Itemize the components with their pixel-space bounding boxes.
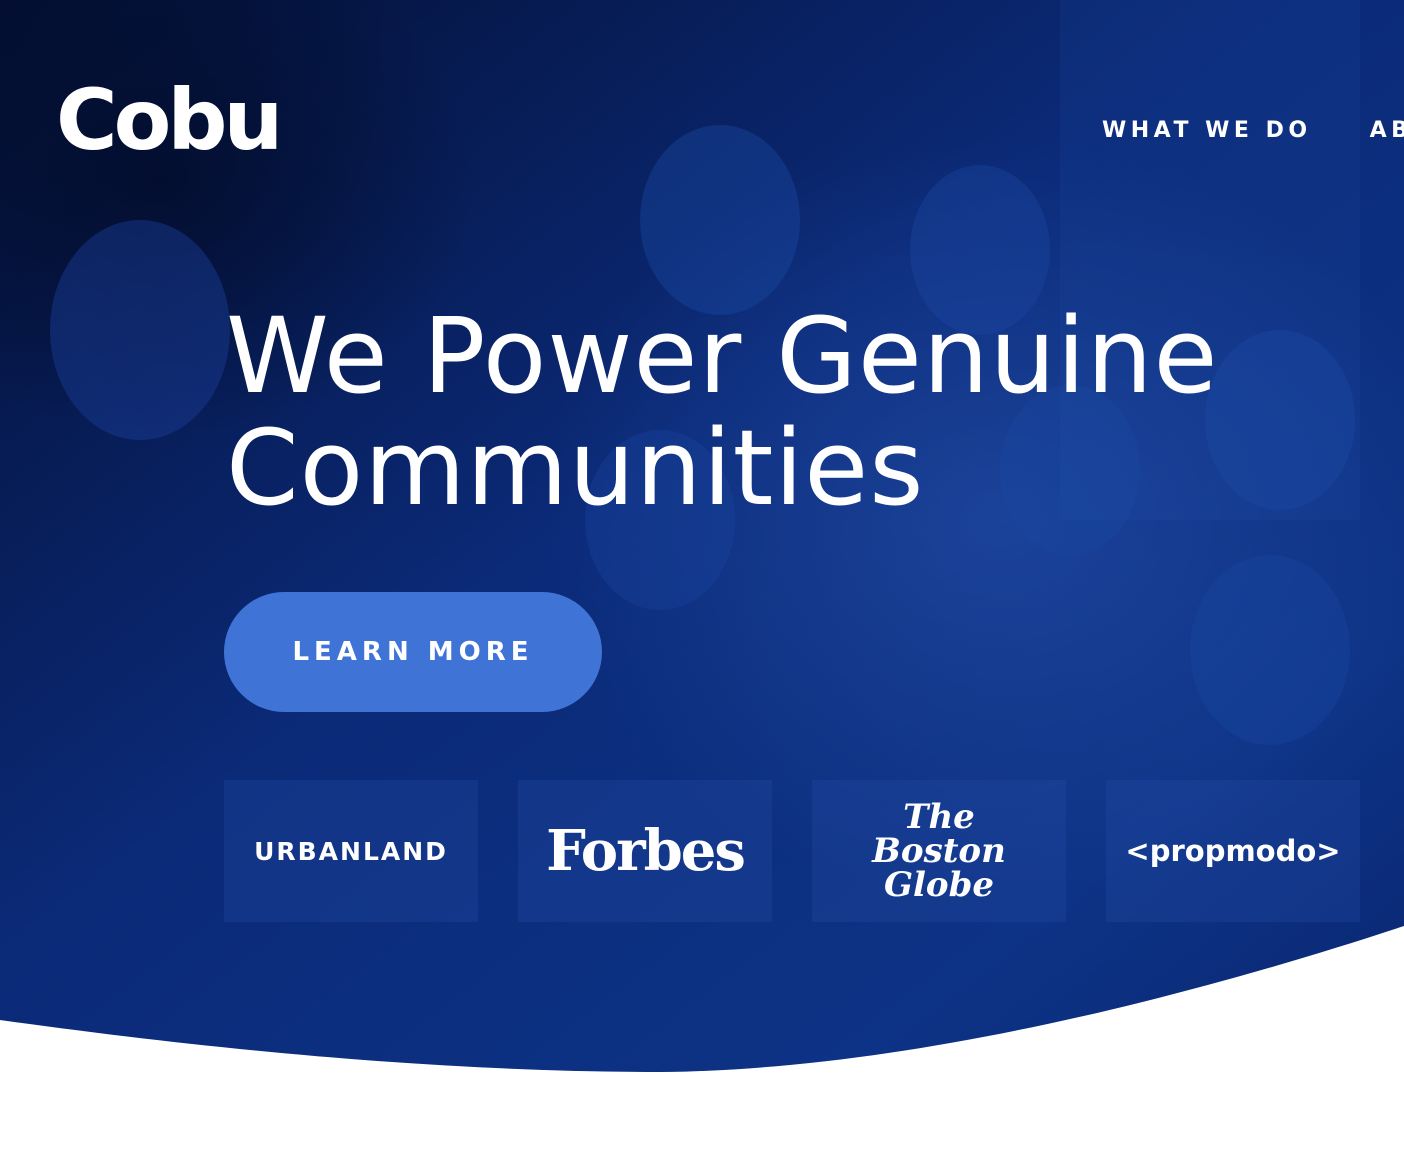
press-logo-forbes: Forbes <box>518 780 772 922</box>
hero-headline: We Power Genuine Communities <box>226 295 1219 529</box>
boston-globe-logo-text: The Boston Globe <box>872 797 1006 905</box>
press-logo-propmodo: <propmodo> <box>1106 780 1360 922</box>
urbanland-logo-text: URBANLAND <box>254 836 448 866</box>
propmodo-logo-text: <propmodo> <box>1125 834 1341 868</box>
main-nav: WHAT WE DO AB <box>1102 118 1404 143</box>
hero-section: Cobu WHAT WE DO AB We Power Genuine Comm… <box>0 0 1404 1164</box>
learn-more-button[interactable]: LEARN MORE <box>224 592 602 712</box>
cobu-logo[interactable]: Cobu <box>56 78 283 162</box>
press-logo-boston-globe: The Boston Globe <box>812 780 1066 922</box>
press-logo-urbanland: URBANLAND <box>224 780 478 922</box>
forbes-logo-text: Forbes <box>546 818 746 884</box>
hero-background-image <box>0 0 1404 1072</box>
nav-item-about[interactable]: AB <box>1370 118 1404 143</box>
nav-item-what-we-do[interactable]: WHAT WE DO <box>1102 118 1312 143</box>
page: Cobu WHAT WE DO AB We Power Genuine Comm… <box>0 0 1404 1164</box>
